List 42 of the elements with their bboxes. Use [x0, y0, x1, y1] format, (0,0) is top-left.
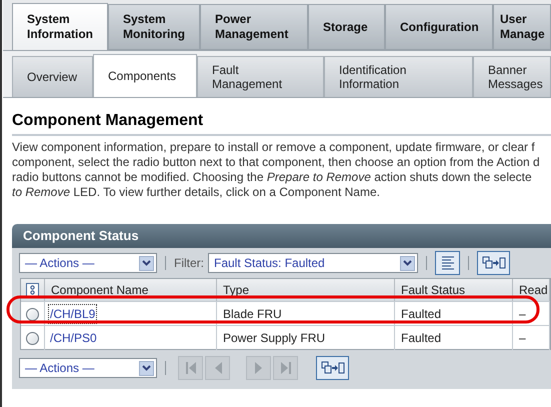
actions-dropdown[interactable]: — Actions — [19, 358, 157, 378]
sub-tab[interactable]: Overview [12, 56, 93, 97]
swap-view-icon[interactable] [477, 251, 510, 275]
sub-tab[interactable]: Banner Messages [473, 56, 551, 97]
page-title: Component Management [12, 111, 551, 136]
list-view-icon[interactable] [435, 251, 460, 275]
main-tab[interactable]: Storage [308, 4, 385, 50]
description-text: component, select the radio button next to that component, then choose an option from the Action d [12, 155, 541, 170]
filter-dropdown[interactable]: Fault Status: Faulted [208, 253, 418, 273]
sub-tab[interactable]: Identification Information [324, 56, 473, 97]
caret-icon [139, 360, 154, 376]
actions-dropdown[interactable]: — Actions — [19, 253, 157, 273]
main-tab[interactable]: System Monitoring [108, 4, 200, 50]
column-header[interactable]: Component Name [45, 279, 217, 301]
description-text: to Remove LED. To view further details, click on a Component Name. [12, 185, 381, 200]
column-header[interactable]: Read [513, 279, 550, 301]
sub-tab[interactable]: Fault Management [197, 56, 324, 97]
table-cell: Faulted [395, 302, 513, 326]
select-all-icon[interactable] [26, 283, 39, 297]
caret-icon [400, 256, 415, 270]
component-link[interactable]: /CH/PS0 [49, 329, 98, 347]
swap-view-icon[interactable] [316, 356, 349, 380]
main-tab[interactable]: User Manage [493, 4, 551, 50]
main-tab[interactable]: Configuration [385, 4, 493, 50]
filter-label: Filter: [174, 255, 204, 272]
table-cell: Power Supply FRU [217, 326, 395, 350]
caret-icon [139, 256, 154, 270]
radio-button[interactable] [26, 308, 39, 320]
column-header[interactable]: Fault Status [395, 279, 513, 301]
main-tab[interactable]: Power Management [200, 4, 308, 50]
description-text: View component information, prepare to install or remove a component, update firmware, or clear f [12, 140, 536, 155]
table-cell: – [513, 302, 550, 326]
sub-tab[interactable]: Components [93, 54, 197, 97]
table-cell: Blade FRU [217, 302, 395, 326]
table-cell: – [513, 326, 550, 350]
table-title: Component Status [12, 224, 551, 248]
column-header[interactable]: Type [217, 279, 395, 301]
radio-button[interactable] [26, 332, 39, 344]
description-text: radio buttons cannot be modified. Choosing the Prepare to Remove action shuts down the selecte [12, 170, 533, 185]
table-cell: Faulted [395, 326, 513, 350]
main-tab[interactable]: System Information [12, 3, 108, 50]
component-link[interactable]: /CH/BL9 [49, 305, 96, 323]
